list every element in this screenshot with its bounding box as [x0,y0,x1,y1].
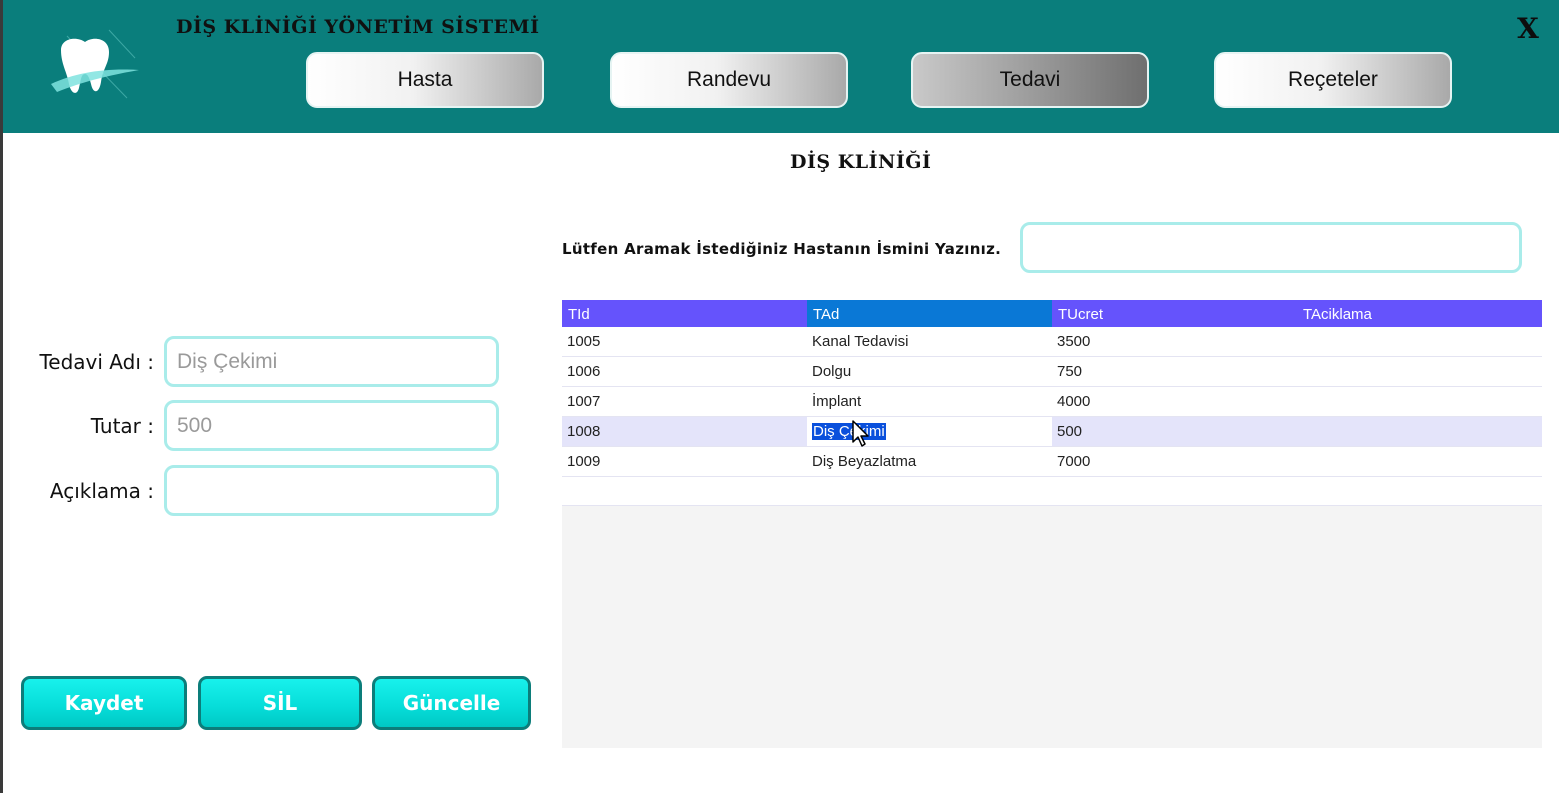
table-cell[interactable]: Dolgu [807,357,1052,386]
table-cell[interactable]: İmplant [807,387,1052,416]
column-header-taciklama[interactable]: TAciklama [1297,300,1542,327]
table-cell[interactable]: 1007 [562,387,807,416]
description-input[interactable] [164,465,499,516]
table-row-selected[interactable]: 1008 Diş Çekimi 500 [562,417,1542,447]
table-cell[interactable]: 7000 [1052,447,1297,476]
treatment-name-label: Tedavi Adı : [39,350,154,374]
table-cell[interactable] [1297,327,1542,356]
table-cell[interactable]: 750 [1052,357,1297,386]
treatment-name-input[interactable] [164,336,499,387]
column-header-tucret[interactable]: TUcret [1052,300,1297,327]
header-bar: DİŞ KLİNİĞİ YÖNETİM SİSTEMİ X Hasta Rand… [3,0,1559,133]
new-row[interactable] [562,477,1542,506]
table-cell[interactable]: 1008 [562,417,807,446]
search-input[interactable] [1020,222,1522,273]
table-row[interactable]: 1009 Diş Beyazlatma 7000 [562,447,1542,477]
table-cell[interactable]: Diş Beyazlatma [807,447,1052,476]
treatments-grid[interactable]: TId TAd TUcret TAciklama 1005 Kanal Teda… [562,300,1542,748]
amount-label: Tutar : [90,414,154,438]
column-header-tid[interactable]: TId [562,300,807,327]
nav-randevu-button[interactable]: Randevu [610,52,848,108]
grid-body: 1005 Kanal Tedavisi 3500 1006 Dolgu 750 … [562,327,1542,506]
tooth-logo-icon [47,28,147,110]
search-label: Lütfen Aramak İstediğiniz Hastanın İsmin… [562,240,1002,258]
column-header-tad[interactable]: TAd [807,300,1052,327]
table-cell[interactable] [1297,447,1542,476]
nav-receteler-button[interactable]: Reçeteler [1214,52,1452,108]
table-cell-editing[interactable]: Diş Çekimi [807,417,1052,446]
description-label: Açıklama : [49,479,154,503]
save-button[interactable]: Kaydet [21,676,187,730]
table-cell[interactable] [1297,417,1542,446]
nav-tedavi-button[interactable]: Tedavi [911,52,1149,108]
table-cell[interactable]: Kanal Tedavisi [807,327,1052,356]
table-row[interactable]: 1005 Kanal Tedavisi 3500 [562,327,1542,357]
table-cell[interactable]: 500 [1052,417,1297,446]
close-button[interactable]: X [1511,12,1545,46]
table-cell[interactable]: 1006 [562,357,807,386]
table-cell[interactable]: 4000 [1052,387,1297,416]
table-cell[interactable]: 1005 [562,327,807,356]
table-cell[interactable]: 3500 [1052,327,1297,356]
nav-hasta-button[interactable]: Hasta [306,52,544,108]
app-title: DİŞ KLİNİĞİ YÖNETİM SİSTEMİ [176,16,540,38]
grid-header: TId TAd TUcret TAciklama [562,300,1542,327]
selected-cell-text[interactable]: Diş Çekimi [812,423,886,440]
table-cell[interactable] [1297,387,1542,416]
amount-input[interactable] [164,400,499,451]
table-cell[interactable]: 1009 [562,447,807,476]
table-cell[interactable] [1297,357,1542,386]
delete-button[interactable]: SİL [198,676,362,730]
table-row[interactable]: 1006 Dolgu 750 [562,357,1542,387]
update-button[interactable]: Güncelle [372,676,531,730]
page-title: DİŞ KLİNİĞİ [790,151,932,173]
table-row[interactable]: 1007 İmplant 4000 [562,387,1542,417]
